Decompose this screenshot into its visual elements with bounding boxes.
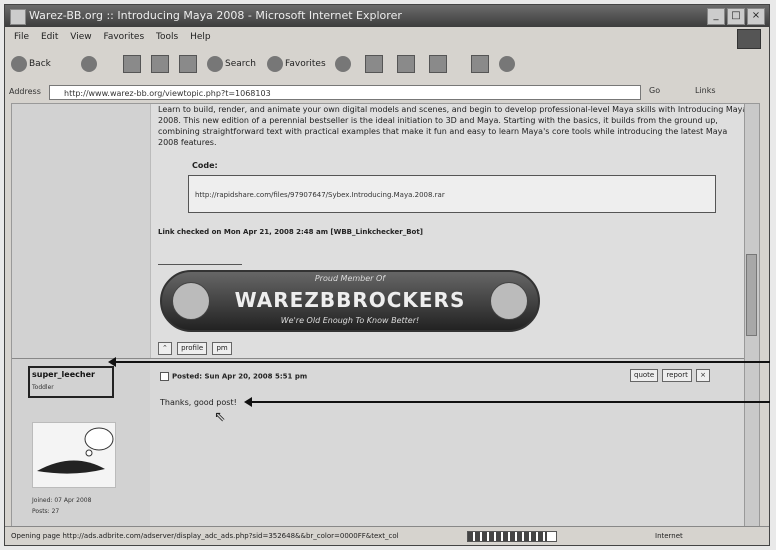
history-icon [335,55,351,72]
banner-main-text: WAREZBBROCKERS [234,288,466,312]
links-button[interactable]: Links [695,86,716,95]
quote-button[interactable]: quote [630,369,659,382]
status-bar: Opening page http://ads.adbrite.com/adse… [5,526,769,545]
history-button[interactable] [335,54,353,74]
maximize-button[interactable]: □ [727,8,745,25]
address-input[interactable]: http://www.warez-bb.org/viewtopic.php?t=… [49,85,641,100]
reply-message: Thanks, good post! [160,398,237,407]
avatar-image-icon [37,427,114,474]
title-bar: Warez-BB.org :: Introducing Maya 2008 - … [5,5,769,27]
avatar [32,422,116,488]
menu-edit[interactable]: Edit [41,32,58,42]
forward-button[interactable] [81,54,99,74]
report-button[interactable]: report [662,369,692,382]
mail-icon [365,54,383,73]
code-box[interactable]: http://rapidshare.com/files/97907647/Syb… [188,175,716,213]
edit-button[interactable] [429,54,447,74]
code-label: Code: [192,161,218,170]
menu-tools[interactable]: Tools [156,32,178,42]
edit-icon [429,54,447,73]
menu-bar: File Edit View Favorites Tools Help [5,27,769,47]
back-arrow-icon [11,55,27,72]
menu-favorites[interactable]: Favorites [103,32,144,42]
print-button[interactable] [397,54,415,74]
joined-date: Joined: 07 Apr 2008 [32,497,92,504]
search-icon [207,55,223,72]
post-action-buttons: ⌃ profile pm [158,342,235,355]
posted-line: Posted: Sun Apr 20, 2008 5:51 pm [160,372,307,381]
post-body: Learn to build, render, and animate your… [158,105,748,147]
reply-buttons: quote report × [628,369,710,382]
security-zone: Internet [655,532,683,540]
print-icon [397,54,415,73]
address-bar: Address http://www.warez-bb.org/viewtopi… [5,83,769,103]
post-icon [160,372,169,381]
minimize-button[interactable]: _ [707,8,725,25]
post-count: Posts: 27 [32,508,60,515]
profile-button[interactable]: profile [177,342,208,355]
progress-fill [468,532,548,541]
discuss-icon [471,54,489,73]
ie-icon [10,9,26,25]
window-title: Warez-BB.org :: Introducing Maya 2008 - … [29,9,402,22]
progress-bar [467,531,557,542]
signature-banner[interactable]: Proud Member Of WAREZBBROCKERS We're Old… [160,270,540,332]
toolbar: Back Search Favorites [5,49,769,79]
stop-button[interactable] [123,54,141,74]
top-button[interactable]: ⌃ [158,342,172,355]
reply-post [150,359,759,528]
favorites-button[interactable]: Favorites [267,54,326,74]
discuss-button[interactable] [471,54,489,74]
forward-arrow-icon [81,55,97,72]
home-icon [179,54,197,73]
annotation-arrow-message [244,397,770,407]
link-checked-note: Link checked on Mon Apr 21, 2008 2:48 am… [158,228,423,236]
user-rank: Toddler [32,384,54,391]
username[interactable]: super_leecher [32,370,95,379]
go-button[interactable]: Go [649,86,660,95]
back-button[interactable]: Back [11,54,51,74]
star-icon [267,55,283,72]
windows-logo-icon [737,29,761,49]
messenger-icon [499,55,515,72]
x-button[interactable]: × [696,369,710,382]
status-text: Opening page http://ads.adbrite.com/adse… [11,532,399,540]
menu-view[interactable]: View [70,32,91,42]
browser-window: Warez-BB.org :: Introducing Maya 2008 - … [4,4,770,546]
menu-help[interactable]: Help [190,32,211,42]
mouse-cursor-icon: ⇖ [214,409,226,425]
mail-button[interactable] [365,54,383,74]
signature-divider [158,264,242,265]
refresh-button[interactable] [151,54,169,74]
stop-icon [123,54,141,73]
home-button[interactable] [179,54,197,74]
refresh-icon [151,54,169,73]
search-button[interactable]: Search [207,54,256,74]
address-label: Address [9,87,41,96]
menu-file[interactable]: File [14,32,29,42]
posted-date: Posted: Sun Apr 20, 2008 5:51 pm [172,372,308,381]
window-controls: _ □ × [707,8,765,25]
annotation-arrow-username [108,357,770,367]
vertical-scrollbar[interactable] [744,104,759,528]
page-content: Learn to build, render, and animate your… [11,103,760,529]
banner-bottom-text: We're Old Enough To Know Better! [280,316,420,325]
messenger-button[interactable] [499,54,517,74]
pm-button[interactable]: pm [212,342,232,355]
banner-top-text: Proud Member Of [314,274,386,283]
close-button[interactable]: × [747,8,765,25]
scrollbar-thumb[interactable] [746,254,757,336]
